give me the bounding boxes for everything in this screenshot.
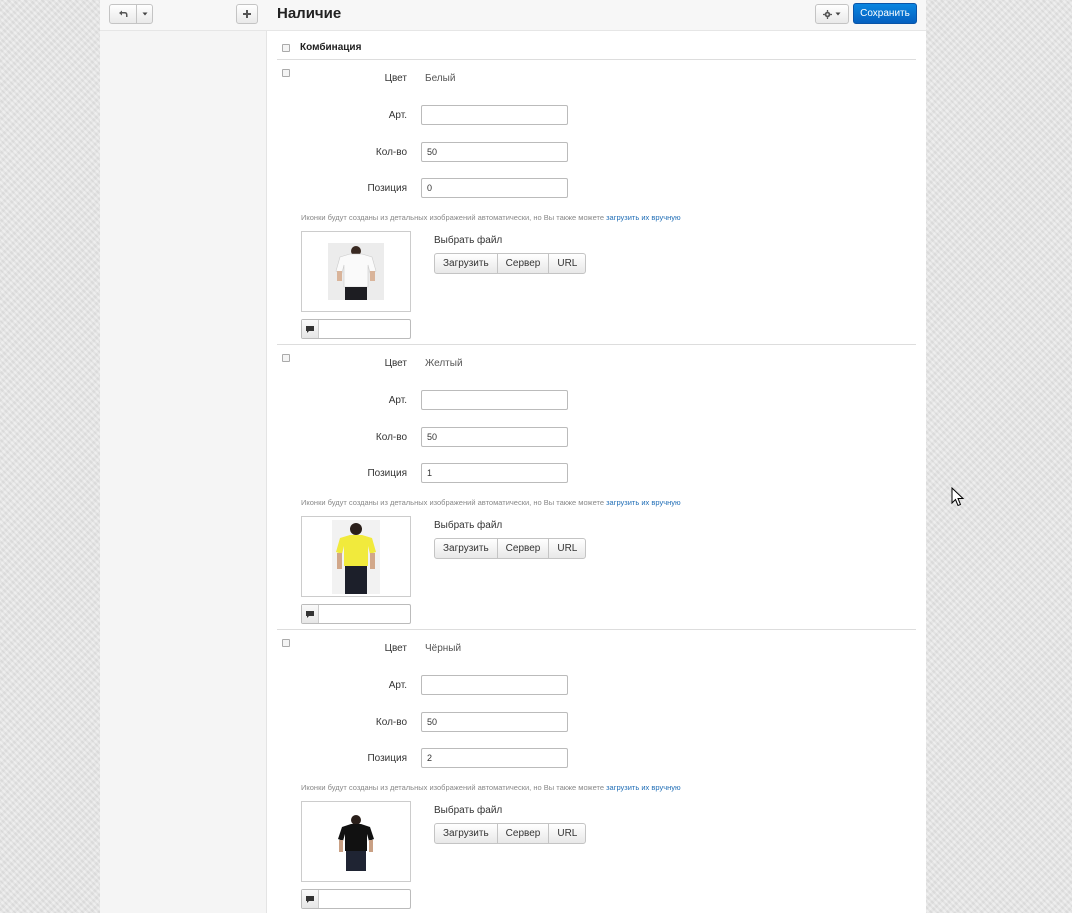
color-label: Цвет	[384, 73, 407, 84]
position-input[interactable]: 2	[421, 748, 568, 768]
upload-local-button[interactable]: Загрузить	[434, 538, 498, 559]
image-alt-field[interactable]	[301, 319, 411, 339]
combination-row: Цвет Чёрный Арт. Кол-во 50 Позиция 2 Ико…	[277, 630, 916, 913]
black-tshirt-image	[301, 801, 411, 882]
top-toolbar: Наличие Сохранить	[100, 0, 926, 31]
choose-file-label: Выбрать файл	[434, 805, 503, 816]
icons-note-text: Иконки будут созданы из детальных изобра…	[301, 783, 605, 792]
upload-server-button[interactable]: Сервер	[496, 253, 550, 274]
page-title: Наличие	[277, 5, 342, 22]
upload-button-group: Загрузить Сервер URL	[434, 253, 587, 274]
page-container: Наличие Сохранить Комбинация Цвет Белый …	[100, 0, 926, 913]
back-button[interactable]	[109, 4, 137, 24]
sku-label: Арт.	[388, 395, 407, 406]
color-value: Чёрный	[425, 643, 462, 654]
back-dropdown-button[interactable]	[136, 4, 153, 24]
position-label: Позиция	[367, 183, 407, 194]
gear-icon	[823, 9, 832, 19]
settings-button[interactable]	[815, 4, 849, 24]
sku-label: Арт.	[388, 680, 407, 691]
upload-button-group: Загрузить Сервер URL	[434, 538, 587, 559]
upload-server-button[interactable]: Сервер	[496, 538, 550, 559]
yellow-tshirt-icon	[332, 519, 380, 594]
qty-label: Кол-во	[375, 432, 407, 443]
comment-icon	[302, 890, 319, 908]
sku-label: Арт.	[388, 110, 407, 121]
sku-input[interactable]	[421, 390, 568, 410]
color-value: Желтый	[425, 358, 463, 369]
combination-row: Цвет Желтый Арт. Кол-во 50 Позиция 1 Ико…	[277, 345, 916, 630]
choose-file-label: Выбрать файл	[434, 520, 503, 531]
upload-server-button[interactable]: Сервер	[496, 823, 550, 844]
position-input[interactable]: 1	[421, 463, 568, 483]
chevron-down-icon	[835, 12, 841, 16]
qty-input[interactable]: 50	[421, 142, 568, 162]
mouse-cursor-icon	[951, 487, 965, 507]
icons-note-text: Иконки будут созданы из детальных изобра…	[301, 213, 605, 222]
save-button[interactable]: Сохранить	[853, 3, 917, 24]
comment-icon	[302, 605, 319, 623]
upload-url-button[interactable]: URL	[548, 823, 587, 844]
position-label: Позиция	[367, 753, 407, 764]
sku-input[interactable]	[421, 105, 568, 125]
qty-input[interactable]: 50	[421, 712, 568, 732]
upload-manually-link[interactable]: загрузить их вручную	[606, 783, 681, 792]
icons-note: Иконки будут созданы из детальных изобра…	[301, 783, 681, 792]
position-input[interactable]: 0	[421, 178, 568, 198]
image-alt-field[interactable]	[301, 889, 411, 909]
upload-local-button[interactable]: Загрузить	[434, 823, 498, 844]
chevron-down-icon	[142, 12, 147, 16]
icons-note: Иконки будут созданы из детальных изобра…	[301, 213, 681, 222]
white-tshirt-image	[301, 231, 411, 312]
comment-icon	[302, 320, 319, 338]
upload-manually-link[interactable]: загрузить их вручную	[606, 213, 681, 222]
plus-icon	[243, 10, 251, 18]
combination-row: Цвет Белый Арт. Кол-во 50 Позиция 0 Икон…	[277, 60, 916, 345]
white-tshirt-icon	[328, 243, 384, 300]
color-label: Цвет	[384, 358, 407, 369]
add-button[interactable]	[236, 4, 258, 24]
sku-input[interactable]	[421, 675, 568, 695]
upload-manually-link[interactable]: загрузить их вручную	[606, 498, 681, 507]
color-label: Цвет	[384, 643, 407, 654]
upload-button-group: Загрузить Сервер URL	[434, 823, 587, 844]
yellow-tshirt-image	[301, 516, 411, 597]
choose-file-label: Выбрать файл	[434, 235, 503, 246]
upload-url-button[interactable]: URL	[548, 538, 587, 559]
qty-label: Кол-во	[375, 147, 407, 158]
upload-local-button[interactable]: Загрузить	[434, 253, 498, 274]
back-arrow-icon	[119, 10, 128, 17]
upload-url-button[interactable]: URL	[548, 253, 587, 274]
icons-note: Иконки будут созданы из детальных изобра…	[301, 498, 681, 507]
list-header-label: Комбинация	[300, 42, 362, 53]
qty-input[interactable]: 50	[421, 427, 568, 447]
color-value: Белый	[425, 73, 456, 84]
image-alt-field[interactable]	[301, 604, 411, 624]
list-header: Комбинация	[277, 31, 916, 60]
position-label: Позиция	[367, 468, 407, 479]
sidebar	[100, 31, 267, 913]
black-tshirt-icon	[335, 812, 377, 871]
icons-note-text: Иконки будут созданы из детальных изобра…	[301, 498, 605, 507]
select-all-checkbox[interactable]	[282, 44, 290, 52]
qty-label: Кол-во	[375, 717, 407, 728]
